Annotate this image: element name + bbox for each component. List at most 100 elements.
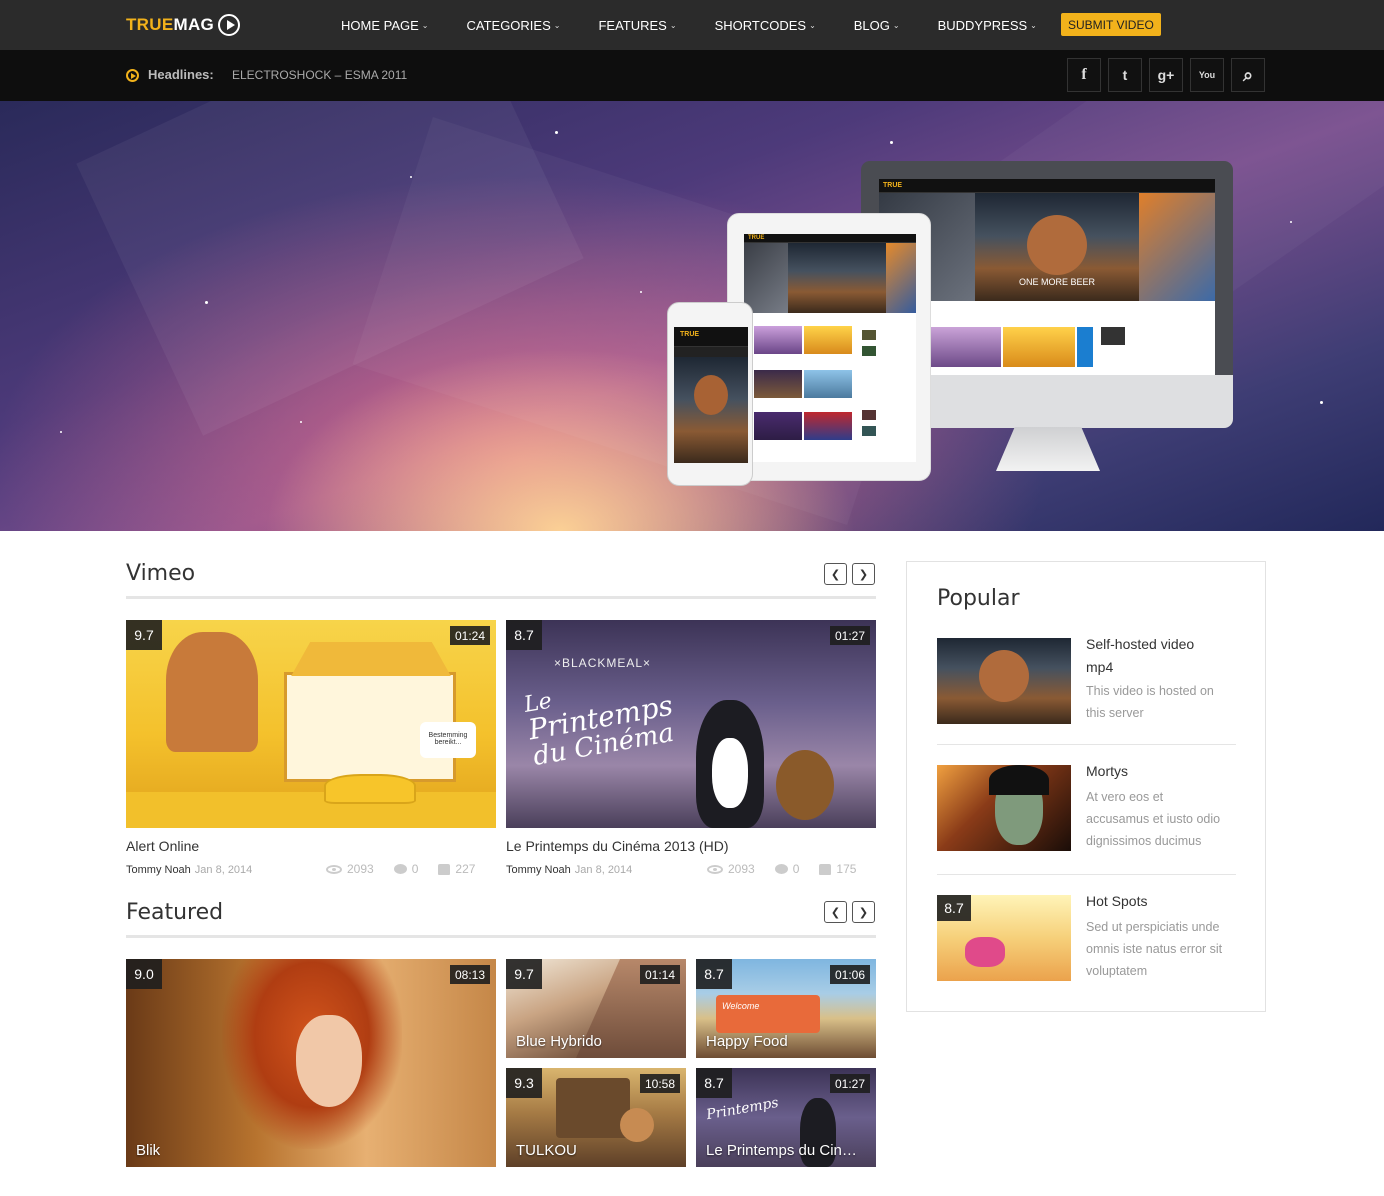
nav-blog[interactable]: BLOG ⌄: [854, 18, 900, 33]
video-date: Jan 8, 2014: [194, 864, 253, 876]
thumb-bee: [776, 750, 834, 820]
featured-video-large[interactable]: 9.0 08:13 Blik: [126, 959, 496, 1167]
mockup-thumb: [1101, 327, 1125, 345]
thumb-scooter: [965, 937, 1005, 967]
mockup-thumb: [754, 326, 802, 354]
thumb-car: [324, 774, 416, 804]
nav-features[interactable]: FEATURES ⌄: [598, 18, 676, 33]
duration-badge: 01:27: [829, 1074, 870, 1093]
featured-video-small[interactable]: Printemps 8.7 01:27 Le Printemps du Cin…: [696, 1068, 876, 1167]
mockup-thumb: [1003, 327, 1075, 367]
popular-divider: [937, 874, 1236, 875]
vimeo-prev-button[interactable]: ❮: [824, 563, 847, 585]
featured-video-small[interactable]: 9.7 01:14 Blue Hybrido: [506, 959, 686, 1058]
tablet-mockup: TRUE: [727, 213, 931, 481]
headline-link[interactable]: ELECTROSHOCK – ESMA 2011: [232, 68, 407, 82]
headline-bar: Headlines: ELECTROSHOCK – ESMA 2011 f t …: [0, 50, 1384, 101]
mockup-thumb: [862, 330, 876, 340]
hero-banner: TRUE ONE MORE BEER TRUE TRUE: [0, 101, 1384, 531]
mockup-thumb: [804, 370, 852, 398]
social-links: f t g+ You ⌕: [1067, 58, 1272, 92]
viking-face: [979, 650, 1029, 702]
video-thumbnail[interactable]: ×BLACKMEAL× Le Printemps du Cinéma 8.7 0…: [506, 620, 876, 828]
mockup-tile: [744, 243, 788, 313]
search-icon[interactable]: ⌕: [1231, 58, 1265, 92]
featured-next-button[interactable]: ❯: [852, 901, 875, 923]
thumb-hood: [989, 765, 1049, 795]
facebook-icon[interactable]: f: [1067, 58, 1101, 92]
video-title-link[interactable]: Le Printemps du Cinéma 2013 (HD): [506, 838, 729, 854]
thumb-bird-belly: [712, 738, 748, 808]
thumb-hut: [556, 1078, 630, 1138]
featured-video-small[interactable]: Welcome 8.7 01:06 Happy Food: [696, 959, 876, 1058]
eye-icon: [707, 864, 723, 874]
video-meta: Tommy Noah Jan 8, 2014: [126, 864, 252, 876]
video-date: Jan 8, 2014: [574, 864, 633, 876]
rating-badge: 9.7: [126, 620, 162, 650]
chevron-down-icon: ⌄: [553, 20, 561, 30]
duration-badge: 01:27: [829, 626, 870, 645]
video-caption: Le Printemps du Cin…: [706, 1142, 857, 1159]
popular-widget: Popular Self-hosted video mp4 This video …: [906, 561, 1266, 1012]
thumb-creature: [620, 1108, 654, 1142]
popular-item-desc: Sed ut perspiciatis unde omnis iste natus…: [1086, 920, 1223, 978]
nav-home-page[interactable]: HOME PAGE ⌄: [341, 18, 428, 33]
popular-item-title[interactable]: Mortys: [1086, 760, 1128, 783]
mockup-tile: [886, 243, 916, 313]
featured-prev-button[interactable]: ❮: [824, 901, 847, 923]
video-title-link[interactable]: Alert Online: [126, 838, 199, 854]
thumb-street: [126, 792, 496, 828]
chevron-down-icon: ⌄: [669, 20, 677, 30]
rating-badge: 8.7: [696, 1068, 732, 1098]
main-menu: HOME PAGE ⌄ CATEGORIES ⌄ FEATURES ⌄ SHORTCO…: [341, 0, 1075, 50]
youtube-icon[interactable]: You: [1190, 58, 1224, 92]
popular-thumbnail[interactable]: [937, 638, 1071, 724]
popular-item-title[interactable]: Self-hosted video mp4: [1086, 633, 1194, 679]
play-circle-icon: [126, 69, 139, 82]
vimeo-next-button[interactable]: ❯: [852, 563, 875, 585]
nav-shortcodes[interactable]: SHORTCODES ⌄: [715, 18, 816, 33]
video-stats: 2093 0 175: [707, 862, 856, 876]
vimeo-section-title: Vimeo: [126, 561, 196, 586]
likes-count: 227: [455, 862, 476, 876]
featured-video-small[interactable]: 9.3 10:58 TULKOU: [506, 1068, 686, 1167]
nav-categories[interactable]: CATEGORIES ⌄: [466, 18, 560, 33]
thumb-face: [296, 1015, 362, 1107]
site-logo[interactable]: TRUEMAG: [126, 13, 241, 37]
video-thumbnail[interactable]: Bestemming bereikt... 9.7 01:24: [126, 620, 496, 828]
video-stats: 2093 0 227: [326, 862, 475, 876]
popular-thumbnail[interactable]: [937, 765, 1071, 851]
star: [60, 431, 62, 433]
mockup-caption: ONE MORE BEER: [1019, 277, 1096, 287]
popular-thumbnail[interactable]: 8.7: [937, 895, 1071, 981]
tablet-screen: TRUE: [744, 234, 916, 462]
views-count: 2093: [728, 862, 755, 876]
author-link[interactable]: Tommy Noah: [506, 864, 571, 876]
thumbs-up-icon: [438, 863, 451, 875]
mockup-thumb: [929, 327, 1001, 367]
thumb-tree: [166, 632, 258, 752]
viking-face: [1027, 215, 1087, 275]
chevron-down-icon: ⌄: [809, 20, 816, 30]
twitter-icon[interactable]: t: [1108, 58, 1142, 92]
thumb-sign: Bestemming bereikt...: [420, 722, 476, 758]
star: [1320, 401, 1323, 404]
rating-badge: 8.7: [696, 959, 732, 989]
submit-video-button[interactable]: SUBMIT VIDEO: [1061, 13, 1161, 36]
video-caption: Blue Hybrido: [516, 1033, 602, 1050]
star: [1290, 221, 1292, 223]
thumb-text: Welcome: [722, 1001, 760, 1011]
popular-item-desc: At vero eos et accusamus et iusto odio dig…: [1086, 790, 1221, 848]
mockup-thumb: [862, 426, 876, 436]
google-plus-icon[interactable]: g+: [1149, 58, 1183, 92]
thumb-text: ×BLACKMEAL×: [554, 656, 652, 670]
popular-item-title[interactable]: Hot Spots: [1086, 890, 1147, 913]
monitor-stand: [996, 427, 1100, 471]
chevron-left-icon: ❮: [830, 568, 841, 581]
author-link[interactable]: Tommy Noah: [126, 864, 191, 876]
popular-title: Popular: [937, 586, 1020, 611]
logo-text: TRUEMAG: [126, 15, 215, 34]
thumb-script: Le Printemps du Cinéma: [522, 688, 677, 773]
nav-buddypress[interactable]: BUDDYPRESS ⌄: [938, 18, 1037, 33]
star: [555, 131, 558, 134]
